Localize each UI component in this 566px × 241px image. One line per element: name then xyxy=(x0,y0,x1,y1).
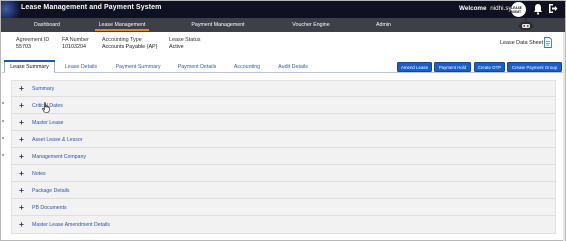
welcome-label: Welcome xyxy=(459,5,487,12)
lease-data-sheet-link[interactable]: Lease Data Sheet xyxy=(500,40,543,46)
sidebar-dot xyxy=(2,154,4,156)
plus-icon: + xyxy=(19,202,24,212)
plus-icon: + xyxy=(19,168,24,178)
accordion-label: Master Lease xyxy=(32,120,64,126)
accordion-item-master-lease[interactable]: + Master Lease xyxy=(12,115,555,131)
accordion-item-management-company[interactable]: + Management Company xyxy=(12,149,555,165)
app-title: Lease Management and Payment System xyxy=(21,4,162,11)
plus-icon: + xyxy=(19,151,24,161)
amend-lease-button[interactable]: Amend Lease xyxy=(397,62,432,72)
accordion-item-package-details[interactable]: + Package Details xyxy=(12,183,555,199)
bell-icon[interactable] xyxy=(533,3,543,15)
accordion-label: Notes xyxy=(32,171,46,177)
app-logo xyxy=(1,1,23,18)
lease-status-value: Active xyxy=(169,44,184,50)
agreement-id-label: Agreement ID xyxy=(16,37,50,43)
main-nav: Dashboard Lease Management Payment Manag… xyxy=(1,18,565,32)
top-header: Lease Management and Payment System Welc… xyxy=(1,1,565,18)
tab-payment-details[interactable]: Payment Details xyxy=(170,61,224,73)
tab-audit-details[interactable]: Audit Details xyxy=(270,61,316,73)
nav-item-dashboard[interactable]: Dashboard xyxy=(23,18,71,32)
lease-status: Lease Status Active xyxy=(169,37,200,51)
agreement-id-value: 55703 xyxy=(16,44,31,50)
plus-icon: + xyxy=(19,219,24,229)
fa-number-label: FA Number xyxy=(62,37,89,43)
accordion-label: Management Company xyxy=(32,154,86,160)
app-window: Lease Management and Payment System Welc… xyxy=(0,0,566,241)
accordion-label: Asset Lease & Lessor xyxy=(32,137,83,143)
logout-icon[interactable] xyxy=(548,3,558,14)
lease-status-label: Lease Status xyxy=(169,37,201,43)
accounting-type: Accounting Type Accounts Payable (AP) xyxy=(102,37,157,51)
nav-item-lease-management[interactable]: Lease Management xyxy=(87,18,157,32)
accordion-item-master-lease-amendment-details[interactable]: + Master Lease Amendment Details xyxy=(12,217,555,233)
accordion-label: Summary xyxy=(32,86,55,92)
tab-lease-summary[interactable]: Lease Summary xyxy=(4,60,55,73)
nav-item-admin[interactable]: Admin xyxy=(366,18,401,32)
accordion-item-critical-dates[interactable]: + Critical Dates xyxy=(12,98,555,114)
nav-item-voucher-engine[interactable]: Voucher Engine xyxy=(281,18,341,32)
avatar[interactable]: LEASE MGMT xyxy=(511,2,526,17)
payment-hold-button[interactable]: Payment Hold xyxy=(434,62,471,72)
sidebar-dot xyxy=(2,102,4,104)
accordion-label: PB Documents xyxy=(32,205,67,211)
sidebar-dot xyxy=(2,137,4,139)
scrollbar-track[interactable] xyxy=(563,32,565,241)
accordion-label: Master Lease Amendment Details xyxy=(32,222,110,228)
welcome-message: Welcome nidhi.sy xyxy=(459,5,512,12)
plus-icon: + xyxy=(19,134,24,144)
fa-number: FA Number 10103204 xyxy=(62,37,89,51)
fa-number-value: 10103204 xyxy=(62,44,86,50)
accordion-item-asset-lease-lessor[interactable]: + Asset Lease & Lessor xyxy=(12,132,555,148)
accordion-label: Package Details xyxy=(32,188,70,194)
create-payment-group-button[interactable]: Create Payment Group xyxy=(507,62,562,72)
accordion-item-summary[interactable]: + Summary xyxy=(12,81,555,97)
sidebar-dot xyxy=(2,120,4,122)
accordion-item-pb-documents[interactable]: + PB Documents xyxy=(12,200,555,216)
agreement-id: Agreement ID 55703 xyxy=(16,37,49,51)
plus-icon: + xyxy=(19,185,24,195)
chatbot-robot-icon[interactable] xyxy=(518,18,534,32)
section-accordion: + Summary + Critical Dates + Master Leas… xyxy=(11,80,556,234)
hand-cursor-icon xyxy=(42,102,50,113)
username: nidhi.sy xyxy=(490,5,512,12)
plus-icon: + xyxy=(19,100,24,110)
accordion-item-notes[interactable]: + Notes xyxy=(12,166,555,182)
plus-icon: + xyxy=(19,117,24,127)
accounting-type-label: Accounting Type xyxy=(102,37,142,43)
nav-item-payment-management[interactable]: Payment Management xyxy=(178,18,258,32)
document-icon[interactable] xyxy=(543,37,553,48)
tab-accounting[interactable]: Accounting xyxy=(227,61,267,73)
plus-icon: + xyxy=(19,83,24,93)
create-otp-button[interactable]: Create OTP xyxy=(474,62,505,72)
tab-payment-summary[interactable]: Payment Summary xyxy=(109,61,167,73)
accounting-type-value: Accounts Payable (AP) xyxy=(102,44,158,50)
tab-lease-details[interactable]: Lease Details xyxy=(58,61,104,73)
